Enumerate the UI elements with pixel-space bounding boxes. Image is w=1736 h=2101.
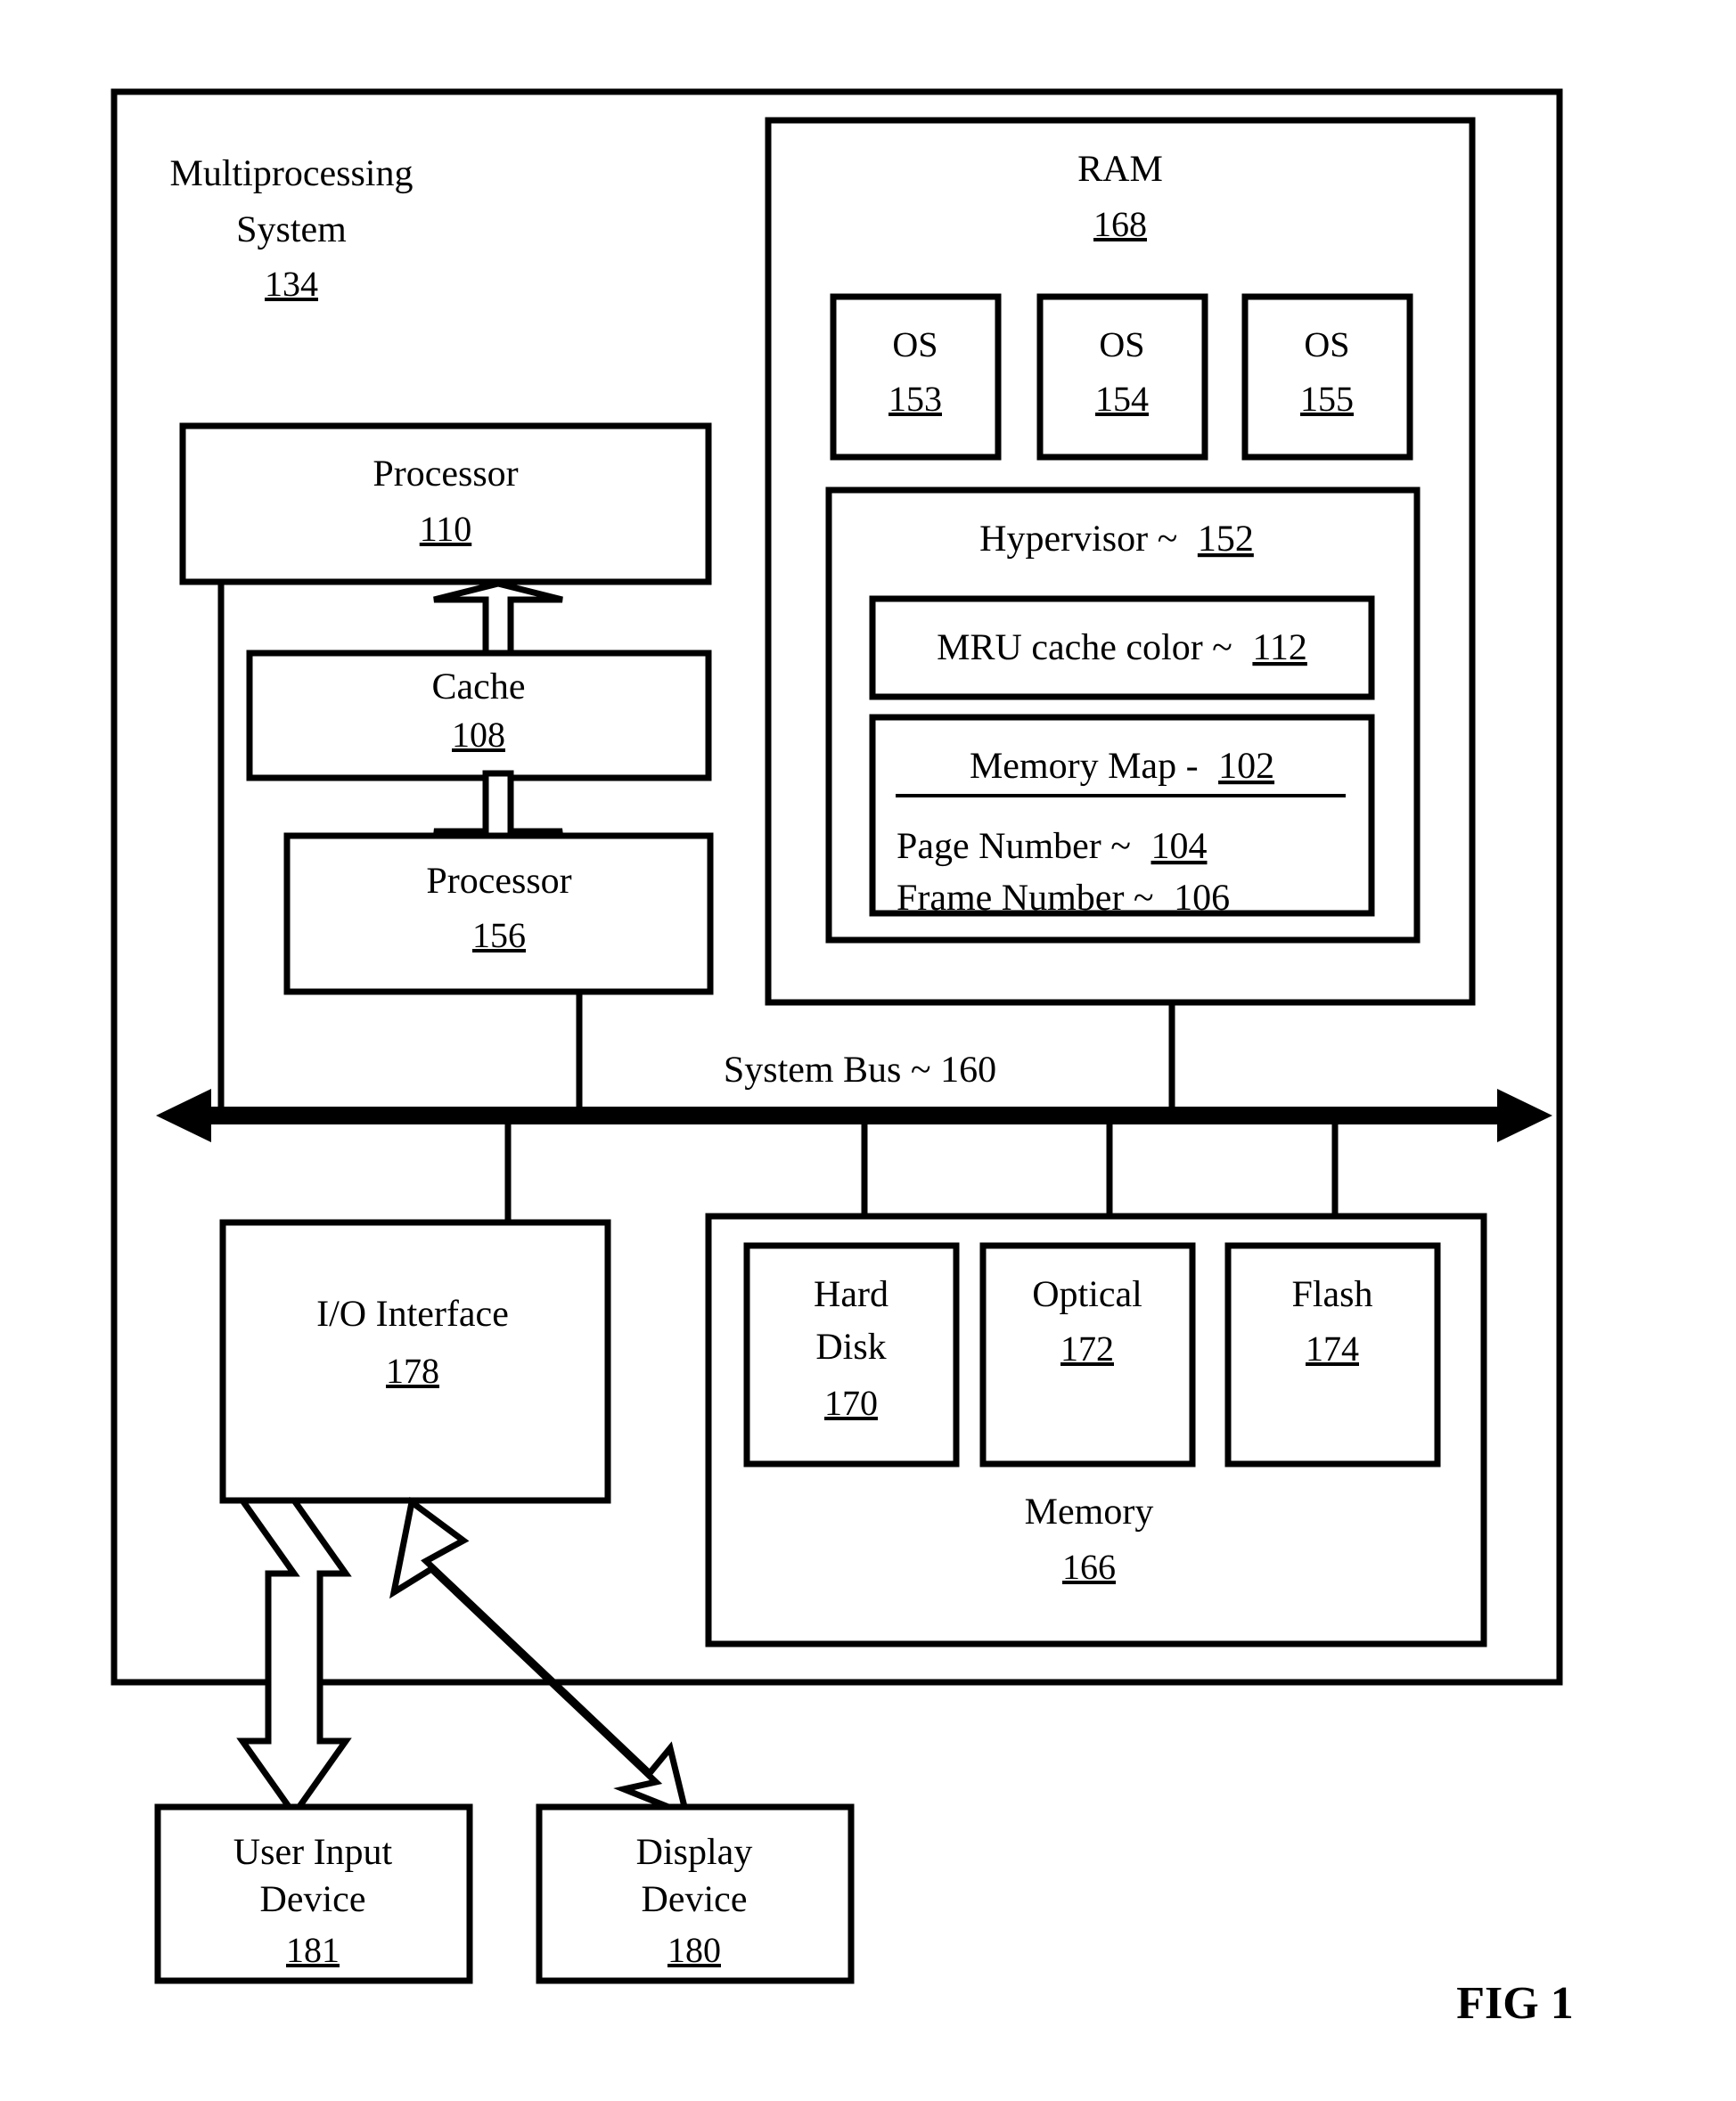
user-input-device-ref: 181 (286, 1930, 340, 1970)
os-box-154 (1036, 293, 1208, 461)
hard-disk-ref: 170 (824, 1383, 878, 1423)
user-input-device-label-line2: Device (260, 1879, 366, 1920)
hard-disk-label-line2: Disk (815, 1327, 886, 1368)
flash-label: Flash (1291, 1274, 1372, 1315)
display-device-label-line2: Device (642, 1879, 748, 1920)
system-bus-label: System Bus ~ 160 (724, 1050, 996, 1091)
mru-label-text: MRU cache color ~ (937, 627, 1232, 668)
hypervisor-label: Hypervisor ~ 152 (979, 519, 1254, 560)
os-ref-153: 153 (888, 379, 942, 419)
processor-156-label: Processor (426, 861, 571, 902)
os-box-153 (830, 293, 1002, 461)
processor-110-ref: 110 (420, 509, 472, 549)
system-title-line1: Multiprocessing (170, 153, 414, 194)
os-label-155: OS (1304, 324, 1349, 364)
hard-disk-label-line1: Hard (814, 1274, 888, 1315)
mru-ref: 112 (1252, 627, 1306, 668)
memory-map-ref: 102 (1218, 746, 1274, 787)
patent-figure: Multiprocessing System 134 RAM 168 OS 15… (0, 0, 1736, 2101)
frame-number-row: Frame Number ~ 106 (897, 878, 1230, 919)
ram-label: RAM (1077, 149, 1163, 190)
display-device-label-line1: Display (636, 1832, 753, 1873)
memory-map-title: Memory Map - 102 (970, 746, 1274, 787)
display-device-ref: 180 (667, 1930, 721, 1970)
os-label-153: OS (892, 324, 938, 364)
os-ref-154: 154 (1095, 379, 1149, 419)
os-label-154: OS (1099, 324, 1144, 364)
hypervisor-label-text: Hypervisor ~ (979, 519, 1177, 560)
os-ref-155: 155 (1300, 379, 1354, 419)
cache-108-ref: 108 (452, 715, 505, 755)
frame-number-label: Frame Number ~ (897, 878, 1154, 919)
memory-ref: 166 (1062, 1547, 1116, 1587)
optical-ref: 172 (1060, 1328, 1114, 1369)
memory-map-label-text: Memory Map - (970, 746, 1199, 787)
processor-110-label: Processor (373, 454, 518, 495)
page-number-label: Page Number ~ (897, 826, 1131, 867)
io-interface-label: I/O Interface (316, 1294, 509, 1335)
mru-cache-color-label: MRU cache color ~ 112 (937, 627, 1307, 668)
optical-label: Optical (1032, 1274, 1142, 1315)
processor-156-ref: 156 (472, 915, 526, 955)
memory-label: Memory (1025, 1492, 1154, 1533)
system-title-line2: System (236, 209, 347, 250)
io-interface-ref: 178 (386, 1351, 439, 1391)
processor-156-box (283, 832, 714, 995)
flash-ref: 174 (1306, 1328, 1359, 1369)
cache-108-label: Cache (432, 666, 526, 707)
system-ref: 134 (265, 264, 318, 304)
page-number-row: Page Number ~ 104 (897, 826, 1208, 867)
page-number-ref: 104 (1151, 826, 1208, 867)
user-input-device-label-line1: User Input (233, 1832, 393, 1873)
hypervisor-ref: 152 (1198, 519, 1254, 560)
ram-ref: 168 (1093, 204, 1147, 244)
processor-110-box (179, 422, 712, 585)
frame-number-ref: 106 (1174, 878, 1230, 919)
os-box-155 (1241, 293, 1413, 461)
figure-caption: FIG 1 (1456, 1978, 1573, 2029)
